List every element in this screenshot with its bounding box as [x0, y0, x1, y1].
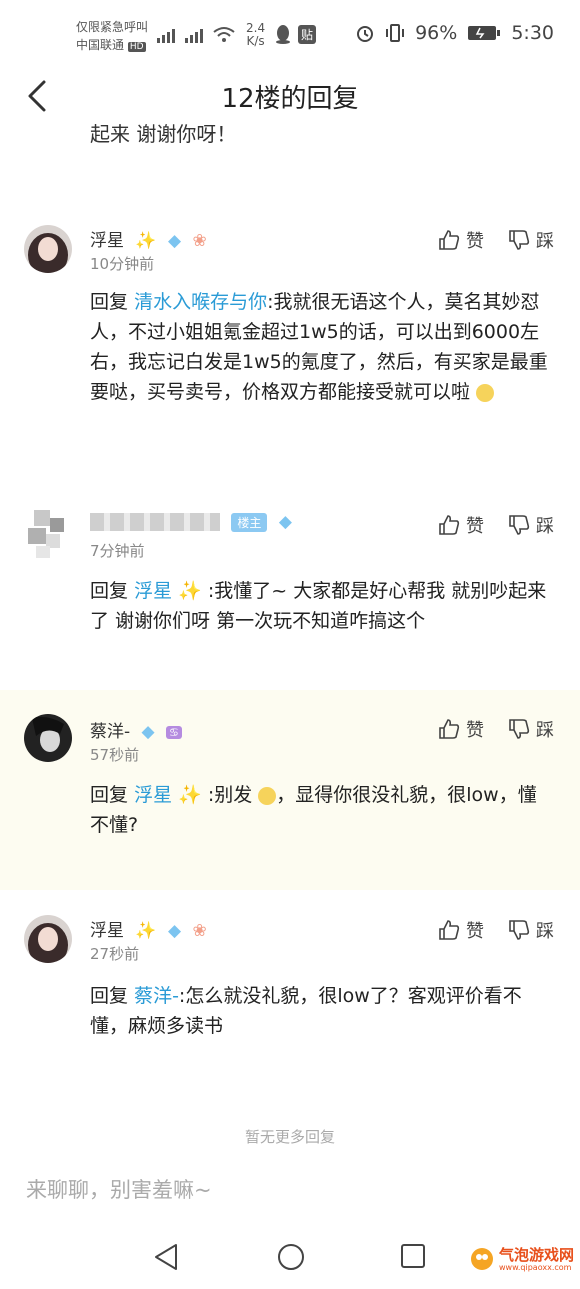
mention-link[interactable]: 浮星 — [134, 784, 172, 806]
post-time: 57秒前 — [90, 746, 140, 764]
watermark-text: 气泡游戏网 — [498, 1245, 574, 1264]
thumbs-down-icon — [509, 230, 530, 250]
sparkle-icon: ✨ — [172, 784, 208, 806]
reply-body: 回复 清水入喉存与你:我就很无语这个人，莫名其妙怼人，不过小姐姐氪金超过1w5的… — [90, 291, 548, 403]
bubble-logo-icon — [470, 1248, 493, 1270]
lungs-icon: ❀ — [192, 921, 207, 941]
username[interactable]: 楼主 ◆ — [90, 512, 292, 532]
zodiac-icon: ♋ — [166, 725, 182, 739]
dislike-button[interactable]: 踩 — [508, 512, 554, 538]
post-time: 10分钟前 — [90, 255, 155, 273]
reply-body: 回复 浮星 ✨ :我懂了~ 大家都是好心帮我 就别吵起来了 谢谢你们呀 第一次玩… — [90, 580, 547, 632]
cut-off-reply-text: 起来 谢谢你呀！ — [90, 122, 237, 146]
mention-link[interactable]: 清水入喉存与你 — [134, 291, 267, 313]
thumbs-up-icon — [439, 230, 460, 250]
clock-time: 5:30 — [511, 22, 554, 44]
like-button[interactable]: 赞 — [438, 716, 484, 742]
smile-emoji-icon — [476, 383, 495, 402]
avatar[interactable] — [24, 714, 72, 762]
like-button[interactable]: 赞 — [438, 227, 484, 253]
watermark-url: www.qipaoxx.com — [498, 1262, 572, 1272]
no-more-replies: 暂无更多回复 — [244, 1128, 335, 1146]
status-bar: 仅限紧急呼叫 中国联通 HD 2.4 K/s 贴 96% 5:30 — [0, 0, 580, 66]
page-title: 12楼的回复 — [221, 84, 359, 114]
battery-percent: 96% — [415, 22, 458, 44]
thumbs-up-icon — [439, 515, 460, 535]
site-watermark: 气泡游戏网 www.qipaoxx.com — [469, 1246, 574, 1272]
battery-icon — [468, 26, 501, 40]
smile-emoji-icon — [258, 786, 277, 805]
dislike-button[interactable]: 踩 — [508, 917, 554, 943]
hd-badge: HD — [127, 42, 146, 52]
sparkle-icon: ✨ — [135, 921, 157, 941]
thumbs-up-icon — [439, 719, 460, 739]
username[interactable]: 浮星 ✨ ◆ ❀ — [90, 916, 207, 941]
emergency-call-text: 仅限紧急呼叫 — [76, 20, 149, 34]
reply-body: 回复 浮星 ✨ :别发 ，显得你很没礼貌，很low，懂不懂? — [90, 784, 537, 836]
thumbs-up-icon — [439, 920, 460, 940]
post-time: 7分钟前 — [90, 542, 145, 560]
dislike-button[interactable]: 踩 — [508, 227, 554, 253]
vibrate-icon — [386, 24, 405, 42]
sparkle-icon: ✨ — [172, 580, 208, 602]
nav-bar: 12楼的回复 — [0, 66, 580, 126]
lungs-icon: ❀ — [192, 231, 207, 251]
mention-link[interactable]: 蔡洋- — [134, 985, 179, 1007]
mention-link[interactable]: 浮星 — [134, 580, 172, 602]
blurred-username — [90, 513, 220, 531]
diamond-level-icon: ◆ — [167, 921, 182, 941]
home-circle-icon[interactable] — [276, 1242, 306, 1272]
reply-body: 回复 蔡洋-:怎么就没礼貌，很low了？客观评价看不懂，麻烦多读书 — [90, 985, 522, 1037]
network-speed: 2.4 K/s — [246, 21, 266, 48]
qq-icon — [276, 25, 290, 44]
thumbs-down-icon — [509, 920, 530, 940]
avatar[interactable] — [24, 510, 72, 558]
reply-item: 浮星 ✨ ◆ ❀ 27秒前 赞 踩 回复 蔡洋-:怎么就没礼貌，很low了？客观… — [0, 895, 580, 1065]
reply-item: 浮星 ✨ ◆ ❀ 10分钟前 赞 踩 回复 清水入喉存与你:我就很无语这个人，莫… — [0, 205, 580, 465]
thumbs-down-icon — [509, 719, 530, 739]
signal-icons — [155, 26, 235, 44]
recent-apps-icon[interactable] — [399, 1242, 427, 1272]
sparkle-icon: ✨ — [135, 231, 157, 251]
like-button[interactable]: 赞 — [438, 917, 484, 943]
back-triangle-icon[interactable] — [152, 1242, 180, 1272]
carrier-info: 仅限紧急呼叫 中国联通 HD — [76, 18, 148, 56]
diamond-level-icon: ◆ — [141, 722, 155, 742]
wifi-icon — [213, 27, 235, 42]
reply-item: 楼主 ◆ 7分钟前 赞 踩 回复 浮星 ✨ :我懂了~ 大家都是好心帮我 就别吵… — [0, 490, 580, 665]
thumbs-down-icon — [509, 515, 530, 535]
avatar[interactable] — [24, 225, 72, 273]
avatar[interactable] — [24, 915, 72, 963]
alarm-icon — [357, 26, 374, 42]
diamond-level-icon: ◆ — [167, 231, 182, 251]
tieba-icon: 贴 — [298, 24, 317, 44]
host-badge: 楼主 — [231, 512, 268, 532]
carrier-name: 中国联通 — [76, 38, 125, 52]
signal-icon — [157, 29, 203, 43]
reply-input[interactable]: 来聊聊，别害羞嘛~ — [26, 1174, 212, 1204]
username[interactable]: 蔡洋- ◆ ♋ — [90, 717, 182, 742]
status-right: 96% 5:30 — [355, 22, 554, 44]
diamond-level-icon: ◆ — [278, 512, 292, 532]
post-time: 27秒前 — [90, 945, 140, 963]
dislike-button[interactable]: 踩 — [508, 716, 554, 742]
username[interactable]: 浮星 ✨ ◆ ❀ — [90, 226, 207, 251]
reply-item-highlighted: 蔡洋- ◆ ♋ 57秒前 赞 踩 回复 浮星 ✨ :别发 ，显得你很没礼貌，很l… — [0, 690, 580, 890]
like-button[interactable]: 赞 — [438, 512, 484, 538]
